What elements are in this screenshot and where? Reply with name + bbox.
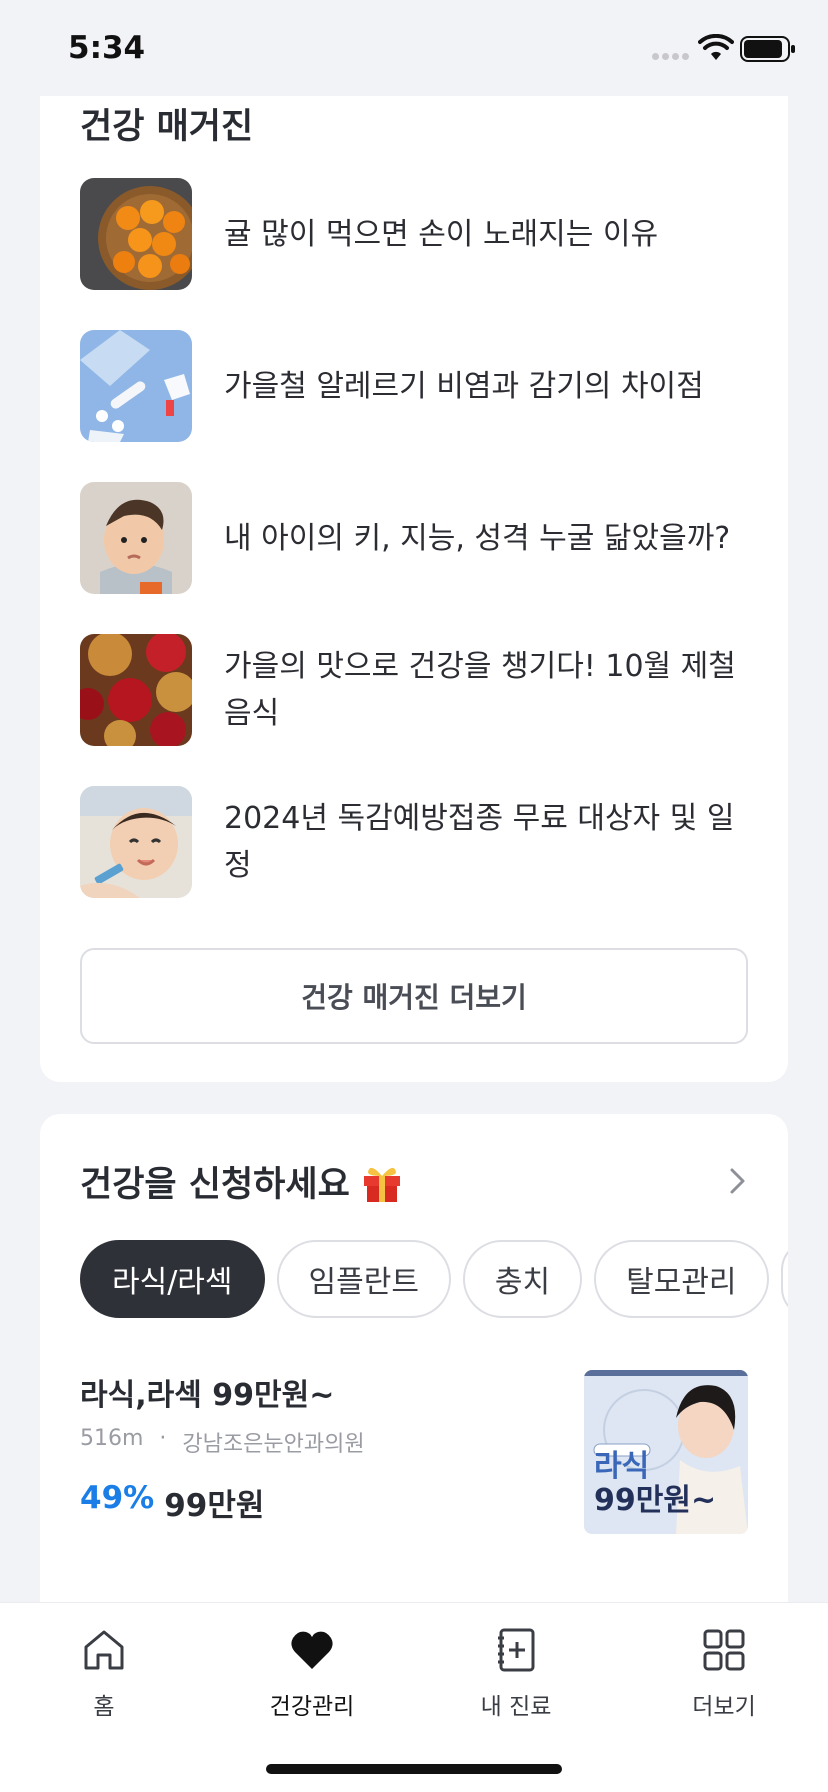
grid-icon: [703, 1629, 745, 1671]
home-indicator: [266, 1764, 562, 1774]
deal-meta: 516m · 강남조은눈안과의원: [80, 1426, 365, 1458]
chevron-right-icon[interactable]: [728, 1166, 748, 1196]
home-icon: [84, 1630, 124, 1670]
magazine-item-title: 내 아이의 키, 지능, 성격 누굴 닮았을까?: [224, 520, 731, 556]
magazine-item-title: 2024년 독감예방접종 무료 대상자 및 일정: [224, 801, 735, 883]
tab-home-label: 홈: [93, 1694, 115, 1720]
tab-more[interactable]: 더보기: [644, 1627, 804, 1721]
tangerines-photo: [80, 178, 192, 290]
deal-separator: ·: [159, 1426, 167, 1451]
deal-image-text: 라식 99만원~: [594, 1449, 717, 1518]
medicine-photo: [80, 330, 192, 442]
chip-lasik[interactable]: 라식/라섹: [80, 1240, 265, 1318]
baby-photo: [80, 482, 192, 594]
magazine-item-title: 가을철 알레르기 비염과 감기의 차이점: [224, 368, 704, 404]
magazine-item-title: 귤 많이 먹으면 손이 노래지는 이유: [224, 216, 659, 252]
apples-pears-photo: [80, 634, 192, 746]
deal-title[interactable]: 라식,라섹 99만원~: [80, 1370, 334, 1414]
tab-home[interactable]: 홈: [24, 1627, 184, 1721]
deal-price-row: 49% 99만원: [80, 1480, 264, 1525]
cellular-signal-icon: [652, 53, 689, 60]
tab-health-label: 건강관리: [269, 1694, 355, 1720]
deal-price: 99만원: [164, 1488, 265, 1524]
screen: 5:34 건강 매거진 귤 많이 먹으면 손이 노래지는 이유 가을철 알레르기…: [0, 0, 828, 1792]
health-apply-card: 건강을 신청하세요 라식/라섹 임플란트 충치 탈모관리 라식,라섹 99만원~…: [40, 1114, 788, 1634]
battery-icon: [740, 36, 795, 62]
magazine-item[interactable]: 가을철 알레르기 비염과 감기의 차이점: [80, 330, 750, 442]
wifi-icon: [698, 34, 734, 60]
magazine-more-button[interactable]: 건강 매거진 더보기: [80, 948, 748, 1044]
magazine-item[interactable]: 내 아이의 키, 지능, 성격 누굴 닮았을까?: [80, 482, 750, 594]
tab-my-care-label: 내 진료: [480, 1694, 552, 1720]
deal-image[interactable]: 라식 99만원~: [584, 1370, 748, 1534]
apply-title: 건강을 신청하세요: [80, 1165, 350, 1205]
magazine-item[interactable]: 2024년 독감예방접종 무료 대상자 및 일정: [80, 786, 750, 898]
magazine-item[interactable]: 귤 많이 먹으면 손이 노래지는 이유: [80, 178, 750, 290]
health-magazine-card: 건강 매거진 귤 많이 먹으면 손이 노래지는 이유 가을철 알레르기 비염과 …: [40, 60, 788, 1082]
deal-discount: 49%: [80, 1480, 155, 1516]
tab-my-care[interactable]: 내 진료: [436, 1627, 596, 1721]
heart-icon: [291, 1631, 333, 1669]
tab-health[interactable]: 건강관리: [232, 1627, 392, 1721]
chip-hair-loss[interactable]: 탈모관리: [594, 1240, 769, 1318]
deal-distance: 516m: [80, 1426, 144, 1451]
deal-clinic: 강남조은눈안과의원: [182, 1432, 365, 1457]
tab-more-label: 더보기: [692, 1694, 756, 1720]
infant-vaccine-photo: [80, 786, 192, 898]
status-time: 5:34: [68, 30, 146, 66]
gift-icon: [363, 1167, 400, 1202]
status-bar: 5:34: [0, 0, 828, 96]
medical-record-icon: [498, 1628, 535, 1672]
apply-section-header: 건강을 신청하세요: [80, 1156, 404, 1207]
category-chips: 라식/라섹 임플란트 충치 탈모관리: [80, 1240, 788, 1320]
magazine-title: 건강 매거진: [80, 107, 254, 147]
chip-implant[interactable]: 임플란트: [276, 1240, 451, 1318]
magazine-item[interactable]: 가을의 맛으로 건강을 챙기다! 10월 제철 음식: [80, 634, 750, 746]
chip-cavity[interactable]: 충치: [462, 1240, 583, 1318]
magazine-item-title: 가을의 맛으로 건강을 챙기다! 10월 제철 음식: [224, 649, 736, 731]
chip-partial[interactable]: [780, 1240, 788, 1318]
